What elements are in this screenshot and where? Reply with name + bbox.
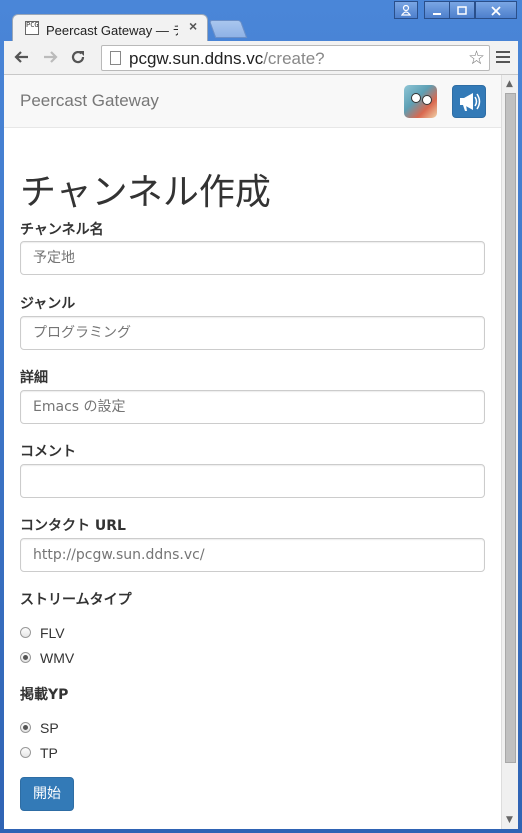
reload-button[interactable] — [68, 48, 88, 68]
detail-input[interactable] — [20, 390, 485, 424]
browser-toolbar: pcgw.sun.ddns.vc/create? ☆ — [4, 41, 518, 75]
radio-button[interactable] — [20, 627, 31, 638]
back-arrow-icon — [14, 51, 28, 63]
megaphone-icon — [460, 93, 481, 111]
tab-title: Peercast Gateway — チ — [46, 23, 178, 38]
star-icon[interactable]: ☆ — [468, 47, 485, 69]
page-content: Peercast Gateway チャンネル作成 チャンネル名 ジャンル 詳細 … — [4, 75, 501, 829]
tab-strip: PCGW Peercast Gateway — チ × — [0, 0, 522, 42]
scroll-up-arrow-icon[interactable]: ▲ — [506, 79, 513, 89]
contact-url-input[interactable] — [20, 538, 485, 572]
scrollbar-thumb[interactable] — [505, 93, 516, 763]
minimize-icon — [433, 13, 441, 15]
browser-window: PCGW Peercast Gateway — チ × pcgw. — [0, 0, 522, 833]
radio-button[interactable] — [20, 652, 31, 663]
favicon-icon: PCGW — [25, 21, 39, 35]
vertical-scrollbar[interactable]: ▲ ▼ — [501, 75, 518, 829]
close-window-button[interactable] — [475, 1, 517, 19]
close-icon — [491, 6, 501, 16]
maximize-button[interactable] — [449, 1, 475, 19]
stream-type-label: ストリームタイプ — [20, 592, 132, 608]
start-button[interactable]: 開始 — [20, 777, 74, 811]
navbar-brand[interactable]: Peercast Gateway — [20, 91, 159, 111]
announcement-button[interactable] — [452, 85, 486, 118]
user-profile-button[interactable] — [394, 1, 418, 19]
forward-button[interactable] — [40, 48, 60, 68]
radio-label: TP — [40, 745, 58, 761]
forward-arrow-icon — [44, 51, 58, 63]
user-avatar[interactable] — [404, 85, 437, 118]
browser-tab[interactable]: PCGW Peercast Gateway — チ × — [12, 14, 208, 41]
address-url: pcgw.sun.ddns.vc/create? — [129, 49, 325, 69]
page-title: チャンネル作成 — [20, 172, 271, 213]
channel-name-label: チャンネル名 — [20, 222, 104, 238]
radio-button[interactable] — [20, 722, 31, 733]
yp-label: 掲載YP — [20, 687, 69, 703]
reload-icon — [71, 50, 85, 64]
maximize-icon — [457, 6, 467, 15]
url-host: pcgw.sun.ddns.vc — [129, 49, 264, 68]
comment-label: コメント — [20, 444, 76, 460]
genre-input[interactable] — [20, 316, 485, 350]
genre-label: ジャンル — [20, 296, 76, 312]
radio-label: FLV — [40, 625, 65, 641]
radio-label: WMV — [40, 650, 75, 666]
tab-close-button[interactable]: × — [189, 18, 197, 34]
url-path: /create? — [263, 49, 325, 68]
address-bar[interactable]: pcgw.sun.ddns.vc/create? ☆ — [101, 45, 490, 71]
scroll-down-arrow-icon[interactable]: ▼ — [506, 815, 513, 825]
channel-name-input[interactable] — [20, 241, 485, 275]
radio-label: SP — [40, 720, 59, 736]
menu-icon[interactable] — [496, 51, 510, 66]
back-button[interactable] — [12, 48, 32, 68]
contact-url-label: コンタクト URL — [20, 518, 126, 534]
new-tab-button[interactable] — [208, 20, 248, 38]
user-icon — [400, 4, 412, 16]
comment-input[interactable] — [20, 464, 485, 498]
site-navbar: Peercast Gateway — [4, 75, 501, 128]
detail-label: 詳細 — [20, 370, 48, 386]
minimize-button[interactable] — [424, 1, 450, 19]
radio-button[interactable] — [20, 747, 31, 758]
page-icon — [110, 51, 121, 65]
